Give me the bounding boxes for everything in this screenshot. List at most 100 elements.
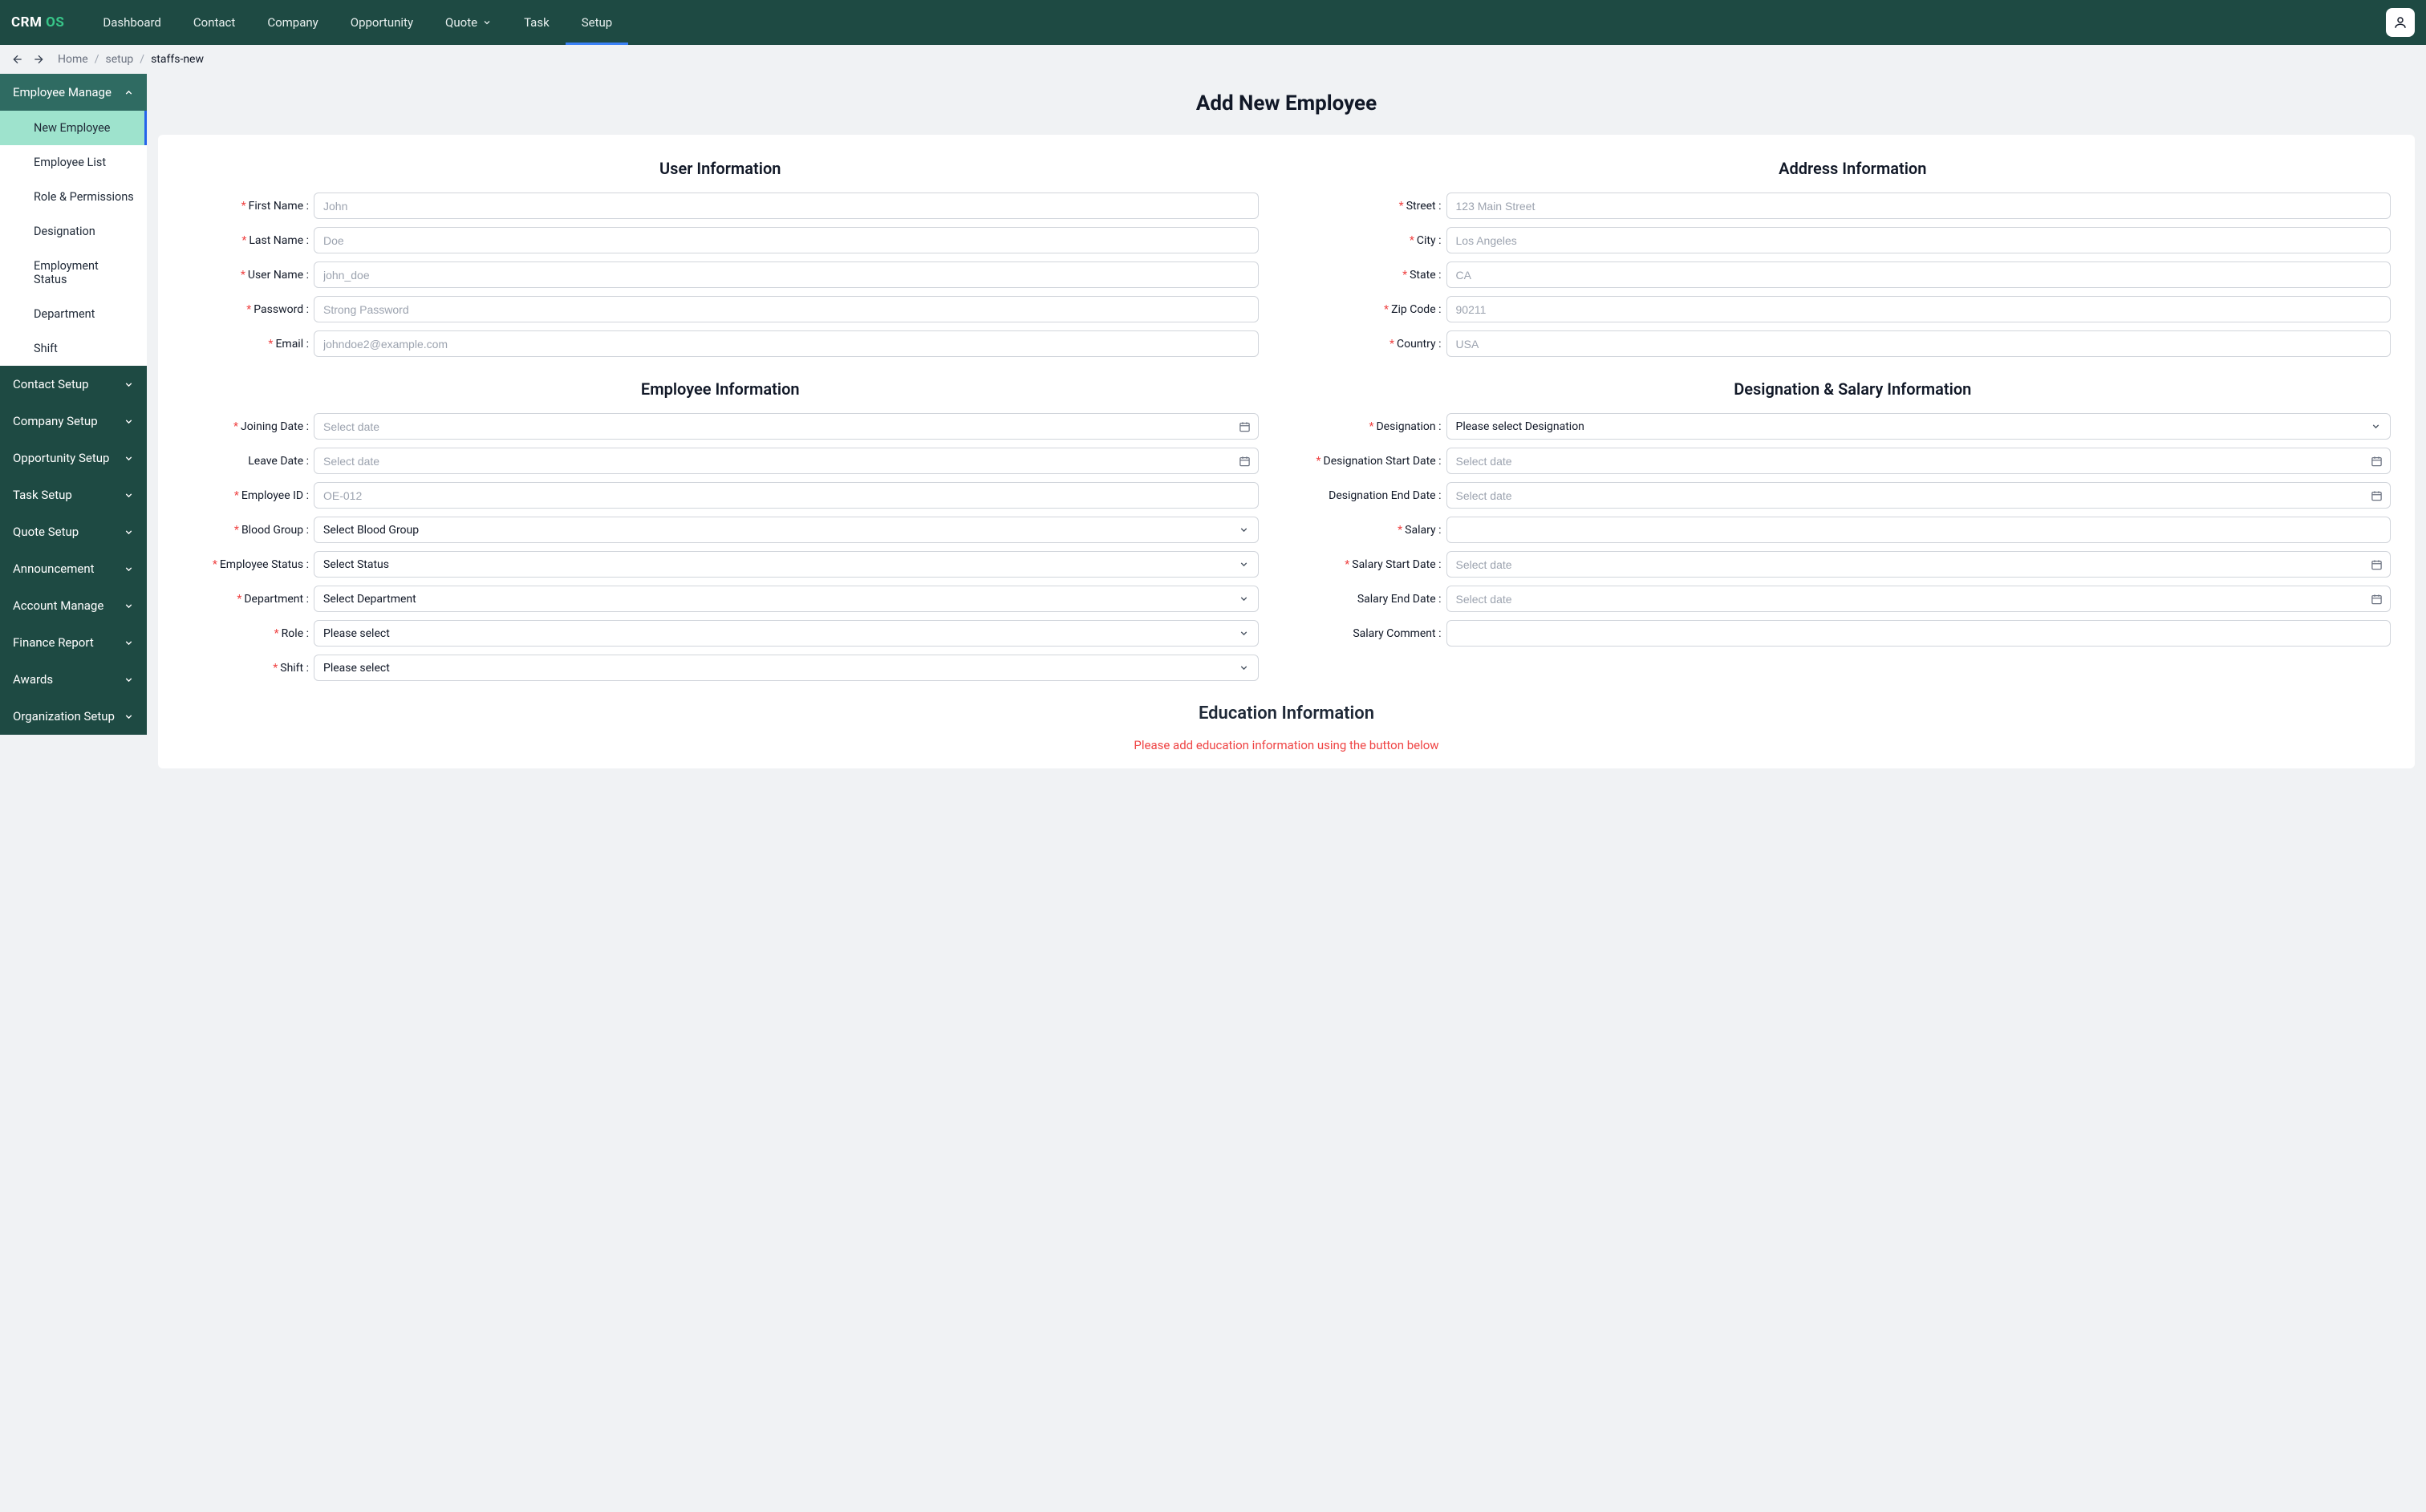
brand[interactable]: CRM OS	[11, 14, 64, 30]
label-password: *Password	[182, 303, 314, 316]
label-designation: *Designation	[1315, 420, 1446, 433]
password-input[interactable]	[314, 296, 1259, 322]
nav-setup[interactable]: Setup	[566, 0, 628, 45]
chevron-down-icon	[124, 675, 134, 685]
breadcrumb: Home / setup / staffs-new	[58, 53, 204, 66]
label-salary-start: *Salary Start Date	[1315, 558, 1446, 571]
sidebar-item-new-employee[interactable]: New Employee	[0, 111, 147, 145]
sidebar-item-shift[interactable]: Shift	[0, 331, 147, 366]
sidebar: Employee Manage New Employee Employee Li…	[0, 74, 147, 735]
shift-select[interactable]: Please select	[314, 655, 1259, 681]
user-name-input[interactable]	[314, 261, 1259, 288]
section-title-designation: Designation & Salary Information	[1315, 379, 2392, 399]
sidebar-section-organization-setup[interactable]: Organization Setup	[0, 698, 147, 735]
label-department: *Department	[182, 593, 314, 606]
employee-status-select[interactable]: Select Status	[314, 551, 1259, 578]
label-employee-id: *Employee ID	[182, 489, 314, 502]
city-input[interactable]	[1446, 227, 2392, 253]
nav-items: Dashboard Contact Company Opportunity Qu…	[87, 0, 628, 45]
sidebar-section-account-manage[interactable]: Account Manage	[0, 587, 147, 624]
label-first-name: *First Name	[182, 200, 314, 213]
nav-task[interactable]: Task	[508, 0, 566, 45]
brand-text-b: OS	[46, 14, 64, 30]
label-blood-group: *Blood Group	[182, 524, 314, 537]
joining-date-input[interactable]	[314, 413, 1259, 440]
sidebar-section-opportunity-setup[interactable]: Opportunity Setup	[0, 440, 147, 476]
employee-id-input[interactable]	[314, 482, 1259, 509]
department-select[interactable]: Select Department	[314, 586, 1259, 612]
role-select[interactable]: Please select	[314, 620, 1259, 647]
user-menu-button[interactable]	[2386, 8, 2415, 37]
sidebar-section-contact-setup[interactable]: Contact Setup	[0, 366, 147, 403]
label-state: *State	[1315, 269, 1446, 282]
salary-start-input[interactable]	[1446, 551, 2392, 578]
breadcrumb-current: staffs-new	[151, 53, 204, 66]
designation-start-input[interactable]	[1446, 448, 2392, 474]
salary-end-input[interactable]	[1446, 586, 2392, 612]
chevron-down-icon	[124, 527, 134, 537]
sidebar-section-task-setup[interactable]: Task Setup	[0, 476, 147, 513]
label-salary-end: Salary End Date	[1315, 593, 1446, 606]
label-email: *Email	[182, 338, 314, 351]
salary-comment-input[interactable]	[1446, 620, 2392, 647]
breadcrumb-home[interactable]: Home	[58, 53, 88, 66]
nav-opportunity[interactable]: Opportunity	[335, 0, 429, 45]
user-information-section: User Information *First Name *Last Name …	[182, 159, 1259, 365]
salary-input[interactable]	[1446, 517, 2392, 543]
nav-company[interactable]: Company	[251, 0, 334, 45]
back-button[interactable]	[11, 53, 24, 66]
address-information-section: Address Information *Street *City *State	[1315, 159, 2392, 365]
sidebar-section-awards[interactable]: Awards	[0, 661, 147, 698]
sidebar-section-finance-report[interactable]: Finance Report	[0, 624, 147, 661]
sidebar-section-employee-manage[interactable]: Employee Manage	[0, 74, 147, 111]
chevron-down-icon	[124, 711, 134, 722]
street-input[interactable]	[1446, 193, 2392, 219]
state-input[interactable]	[1446, 261, 2392, 288]
zip-input[interactable]	[1446, 296, 2392, 322]
first-name-input[interactable]	[314, 193, 1259, 219]
chevron-down-icon	[1239, 628, 1249, 638]
sidebar-section-quote-setup[interactable]: Quote Setup	[0, 513, 147, 550]
sidebar-employee-manage-list: New Employee Employee List Role & Permis…	[0, 111, 147, 366]
label-designation-end: Designation End Date	[1315, 489, 1446, 502]
sidebar-item-department[interactable]: Department	[0, 297, 147, 331]
chevron-down-icon	[482, 18, 492, 27]
sidebar-item-employment-status[interactable]: Employment Status	[0, 249, 147, 297]
forward-button[interactable]	[32, 53, 45, 66]
blood-group-select[interactable]: Select Blood Group	[314, 517, 1259, 543]
email-input[interactable]	[314, 330, 1259, 357]
nav-contact[interactable]: Contact	[177, 0, 251, 45]
label-city: *City	[1315, 234, 1446, 247]
label-designation-start: *Designation Start Date	[1315, 455, 1446, 468]
label-zip: *Zip Code	[1315, 303, 1446, 316]
leave-date-input[interactable]	[314, 448, 1259, 474]
sidebar-item-role-permissions[interactable]: Role & Permissions	[0, 180, 147, 214]
sidebar-section-announcement[interactable]: Announcement	[0, 550, 147, 587]
page-title: Add New Employee	[147, 74, 2426, 135]
country-input[interactable]	[1446, 330, 2392, 357]
user-icon	[2393, 15, 2408, 30]
chevron-down-icon	[124, 601, 134, 611]
chevron-down-icon	[124, 416, 134, 427]
sidebar-item-designation[interactable]: Designation	[0, 214, 147, 249]
content: Add New Employee User Information *First…	[147, 74, 2426, 768]
breadcrumb-setup[interactable]: setup	[105, 53, 133, 66]
section-title-employee: Employee Information	[182, 379, 1259, 399]
education-note: Please add education information using t…	[182, 738, 2391, 752]
label-street: *Street	[1315, 200, 1446, 213]
breadcrumb-bar: Home / setup / staffs-new	[0, 45, 2426, 74]
section-title-address: Address Information	[1315, 159, 2392, 178]
breadcrumb-sep: /	[95, 53, 99, 66]
sidebar-item-employee-list[interactable]: Employee List	[0, 145, 147, 180]
last-name-input[interactable]	[314, 227, 1259, 253]
chevron-down-icon	[124, 379, 134, 390]
nav-dashboard[interactable]: Dashboard	[87, 0, 177, 45]
label-role: *Role	[182, 627, 314, 640]
nav-quote[interactable]: Quote	[429, 0, 508, 45]
breadcrumb-sep: /	[140, 53, 144, 66]
designation-select[interactable]: Please select Designation	[1446, 413, 2392, 440]
chevron-down-icon	[124, 453, 134, 464]
designation-end-input[interactable]	[1446, 482, 2392, 509]
sidebar-section-company-setup[interactable]: Company Setup	[0, 403, 147, 440]
chevron-down-icon	[1239, 525, 1249, 535]
